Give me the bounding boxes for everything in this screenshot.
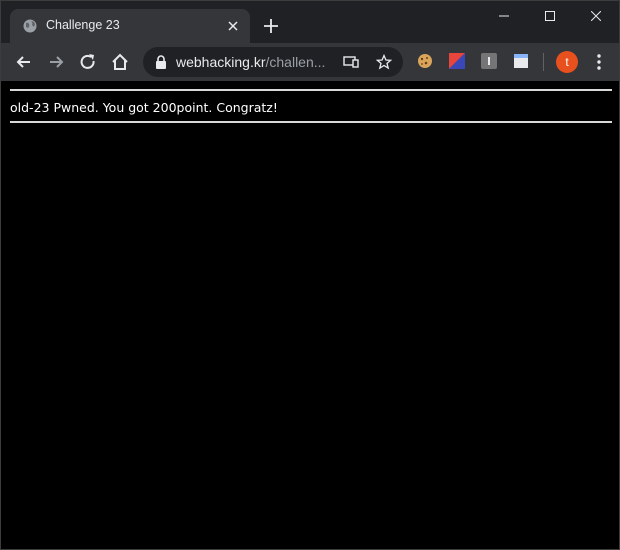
window-close-button[interactable] [573,1,619,31]
page-content: old-23 Pwned. You got 200point. Congratz… [1,81,619,549]
cookie-extension-icon[interactable] [417,53,433,69]
toolbar-divider [543,53,544,71]
tab-title: Challenge 23 [46,18,120,32]
close-icon [591,11,601,21]
profile-avatar[interactable]: t [556,51,578,73]
toolbar: webhacking.kr/challen... t [1,43,619,81]
reload-icon[interactable] [78,52,98,72]
browser-window: Challenge 23 webhacking.kr/challen... t … [0,0,620,550]
globe-icon [23,19,37,33]
back-arrow-icon[interactable] [14,52,34,72]
minimize-button[interactable] [481,1,527,31]
address-bar[interactable]: webhacking.kr/challen... [143,47,403,77]
url-path: /challen... [265,54,326,70]
forward-arrow-icon[interactable] [46,52,66,72]
color-extension-icon[interactable] [449,53,465,69]
bookmark-star-icon[interactable] [376,54,392,70]
home-icon[interactable] [110,52,130,72]
cast-icon[interactable] [343,54,359,70]
minimize-icon [499,15,509,17]
maximize-button[interactable] [527,1,573,31]
kebab-menu-icon[interactable] [589,52,609,72]
url-domain: webhacking.kr [176,54,266,70]
bottom-divider [10,121,612,123]
maximize-icon [545,11,555,21]
letter-i-extension-icon[interactable] [481,53,497,69]
lock-icon[interactable] [155,55,167,69]
result-message: old-23 Pwned. You got 200point. Congratz… [10,100,278,115]
top-divider [10,89,612,91]
close-icon[interactable] [226,19,240,33]
tab-strip: Challenge 23 [1,1,619,43]
url-text[interactable]: webhacking.kr/challen... [176,54,325,70]
tab-challenge-23[interactable]: Challenge 23 [10,9,250,43]
new-tab-plus-icon[interactable] [262,17,280,35]
window-extension-icon[interactable] [513,53,529,69]
